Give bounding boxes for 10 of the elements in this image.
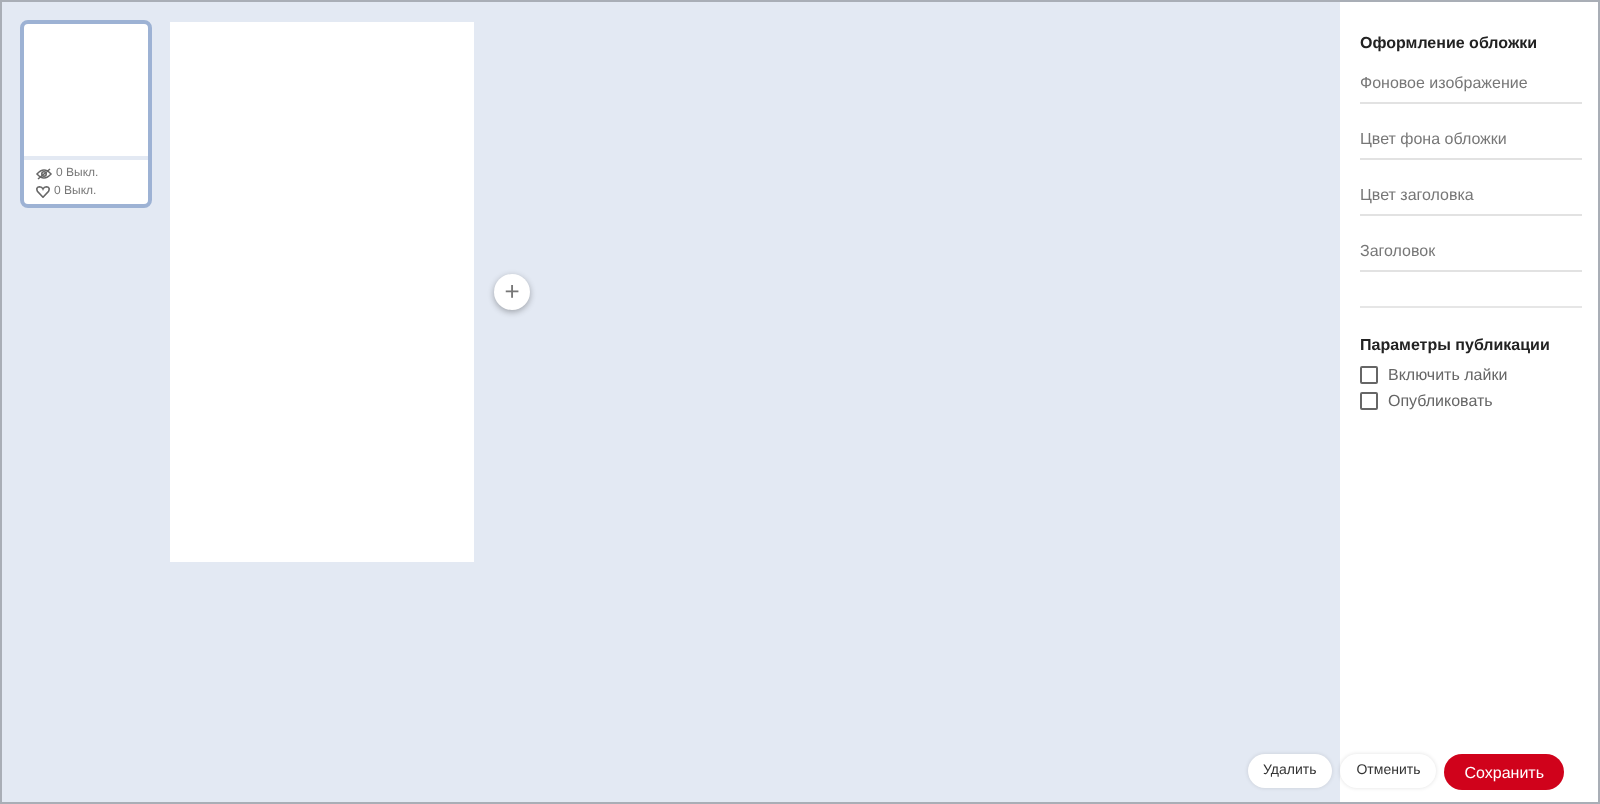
add-slide-button[interactable]: + xyxy=(494,274,530,310)
checkbox[interactable] xyxy=(1360,392,1378,410)
section-title: Параметры публикации xyxy=(1360,336,1552,354)
heart-icon xyxy=(36,186,50,198)
save-button[interactable]: Сохранить xyxy=(1444,754,1564,790)
checkbox-label: Опубликовать xyxy=(1388,392,1493,410)
checkbox[interactable] xyxy=(1360,366,1378,384)
eye-icon xyxy=(36,168,52,180)
checkbox-label: Включить лайки xyxy=(1388,366,1508,384)
section-title: Оформление обложки xyxy=(1360,34,1540,52)
